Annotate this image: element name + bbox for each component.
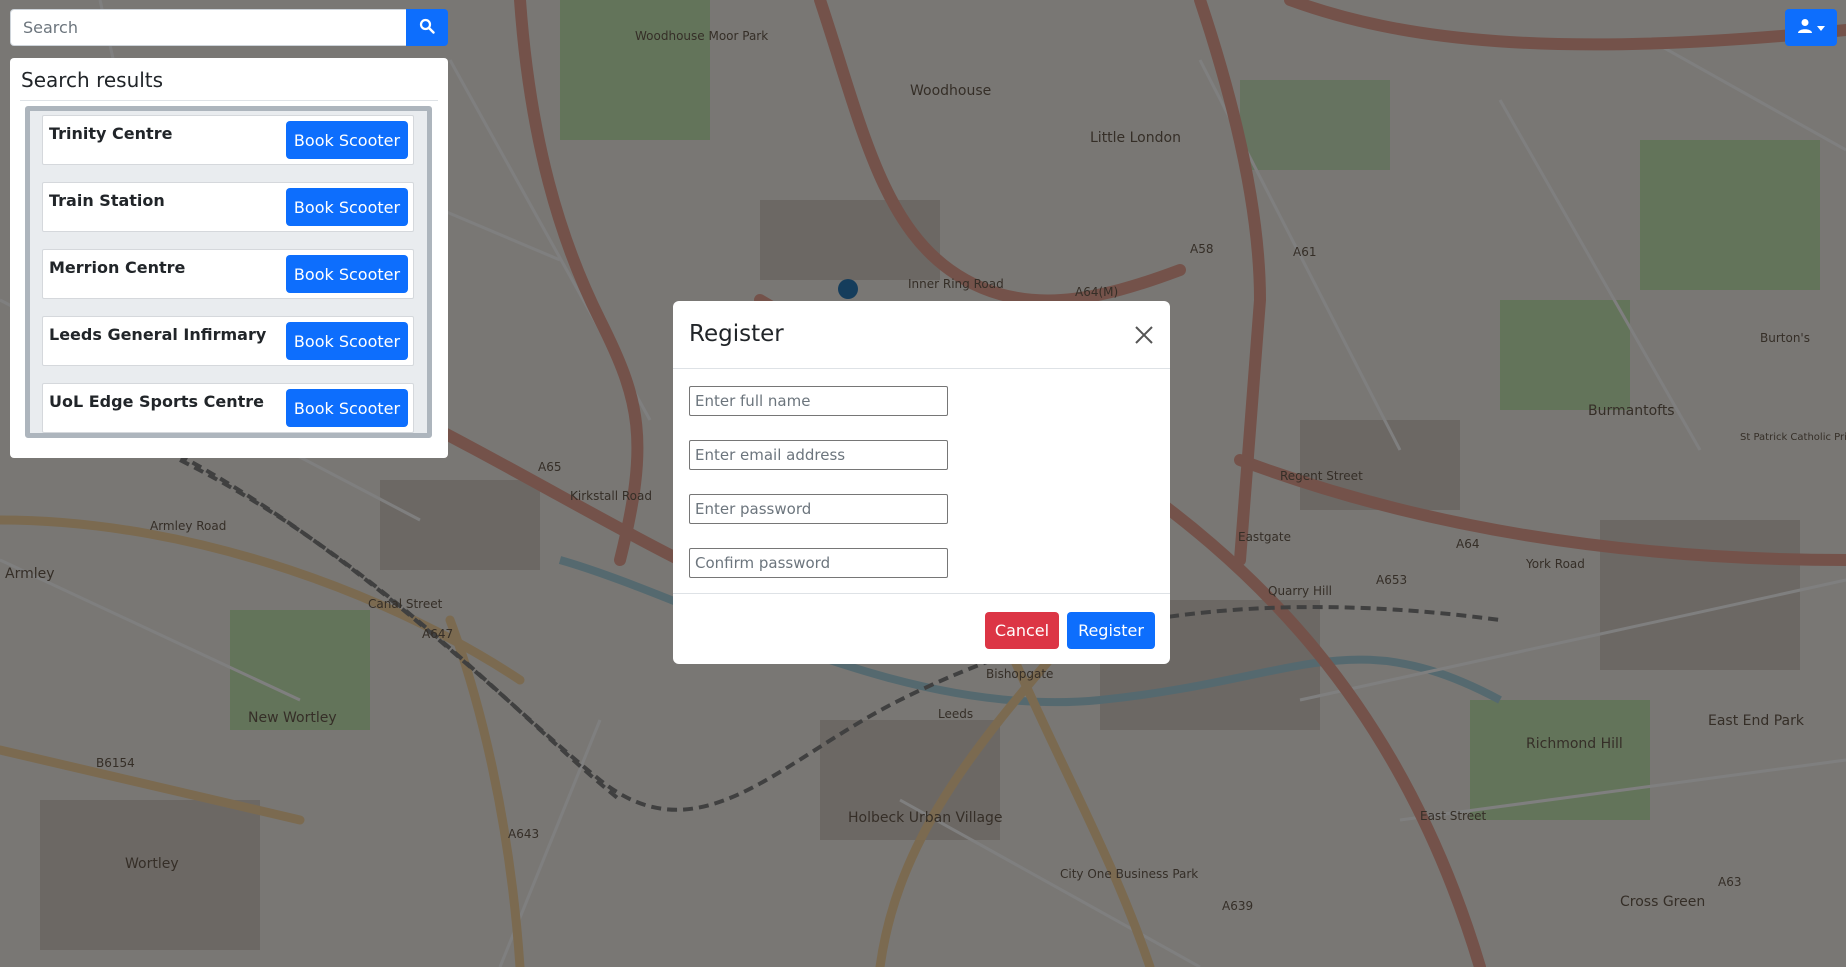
result-item: Trinity Centre Book Scooter <box>42 115 414 165</box>
book-scooter-button[interactable]: Book Scooter <box>286 322 408 360</box>
password-field[interactable] <box>689 494 948 524</box>
full-name-field[interactable] <box>689 386 948 416</box>
result-name: Trinity Centre <box>49 124 173 143</box>
close-button[interactable] <box>1132 323 1156 347</box>
divider <box>20 100 438 101</box>
result-name: Train Station <box>49 191 165 210</box>
result-name: Leeds General Infirmary <box>49 325 267 344</box>
search-input[interactable] <box>10 9 406 46</box>
book-scooter-button[interactable]: Book Scooter <box>286 389 408 427</box>
user-menu-button[interactable] <box>1785 9 1837 46</box>
search-icon <box>419 18 435 37</box>
user-icon <box>1797 18 1813 37</box>
result-item: Train Station Book Scooter <box>42 182 414 232</box>
search-button[interactable] <box>406 9 448 46</box>
confirm-password-field[interactable] <box>689 548 948 578</box>
book-scooter-button[interactable]: Book Scooter <box>286 255 408 293</box>
result-name: Merrion Centre <box>49 258 186 277</box>
close-icon <box>1132 326 1156 350</box>
register-button[interactable]: Register <box>1067 612 1155 649</box>
search-results-panel: Search results Trinity Centre Book Scoot… <box>10 58 448 458</box>
result-item: Leeds General Infirmary Book Scooter <box>42 316 414 366</box>
cancel-button[interactable]: Cancel <box>985 612 1059 649</box>
result-item: Merrion Centre Book Scooter <box>42 249 414 299</box>
result-item: UoL Edge Sports Centre Book Scooter <box>42 383 414 433</box>
modal-header: Register <box>673 301 1170 369</box>
email-field[interactable] <box>689 440 948 470</box>
book-scooter-button[interactable]: Book Scooter <box>286 121 408 159</box>
register-modal: Register Cancel Register <box>673 301 1170 664</box>
book-scooter-button[interactable]: Book Scooter <box>286 188 408 226</box>
search-results-list[interactable]: Trinity Centre Book Scooter Train Statio… <box>25 106 432 438</box>
result-name: UoL Edge Sports Centre <box>49 392 264 411</box>
search-results-title: Search results <box>21 68 164 92</box>
search-bar <box>10 9 448 46</box>
modal-title: Register <box>689 321 784 347</box>
modal-footer: Cancel Register <box>673 593 1170 664</box>
caret-down-icon <box>1817 20 1825 35</box>
